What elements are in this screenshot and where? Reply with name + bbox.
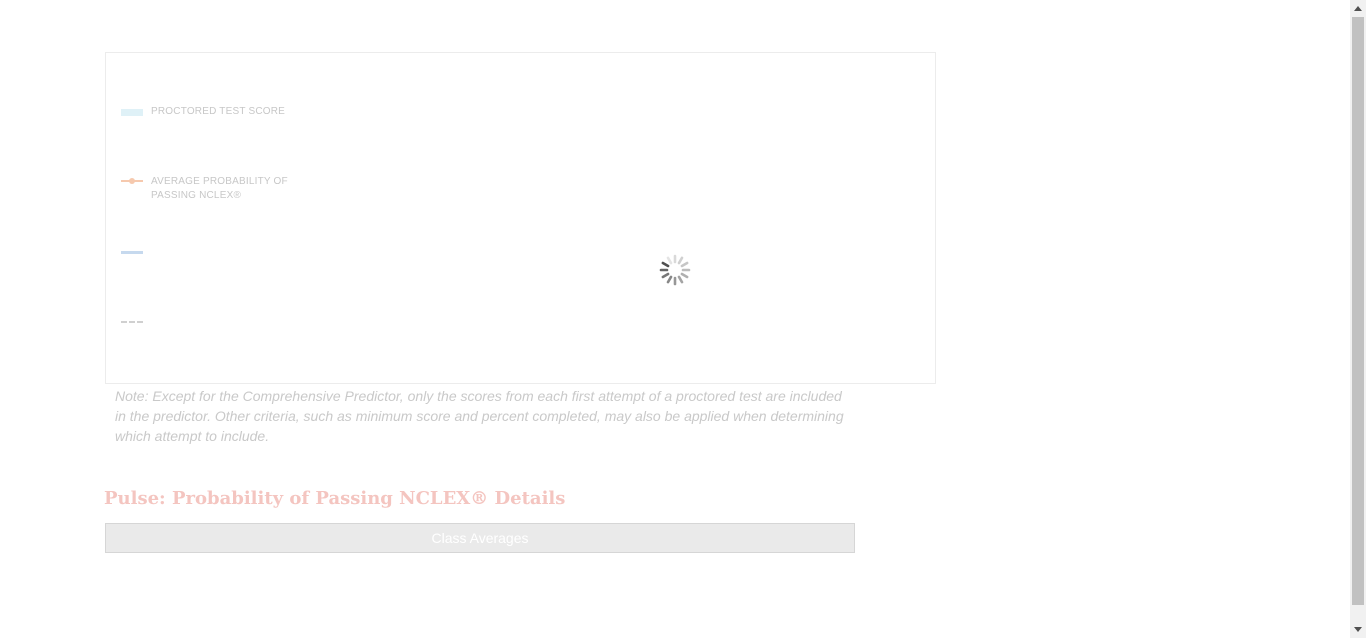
spinner-icon	[658, 253, 692, 287]
legend-swatch-line	[121, 251, 143, 254]
legend-label: PROCTORED TEST SCORE	[151, 106, 286, 117]
predictor-note: Note: Except for the Comprehensive Predi…	[115, 388, 844, 444]
scrollbar-thumb[interactable]	[1352, 17, 1364, 605]
page: PROCTORED TEST SCORE AVERAGE PROBABILITY…	[0, 0, 1366, 638]
section-title: Pulse: Probability of Passing NCLEX® Det…	[104, 488, 566, 509]
legend-item-proctored-test-score: PROCTORED TEST SCORE	[121, 105, 301, 119]
legend-swatch-bar	[121, 109, 143, 116]
legend-item-dashed-line	[121, 320, 301, 323]
scroll-down-arrow-icon	[1354, 627, 1362, 632]
scroll-down-button[interactable]	[1350, 621, 1366, 638]
chart-panel: PROCTORED TEST SCORE AVERAGE PROBABILITY…	[105, 52, 936, 384]
legend-item-blue-line	[121, 250, 301, 254]
class-averages-button[interactable]: Class Averages	[105, 523, 855, 553]
legend-swatch-dashed	[121, 321, 143, 323]
scroll-up-arrow-icon	[1354, 6, 1362, 11]
legend-item-average-probability: AVERAGE PROBABILITY OF PASSING NCLEX®	[121, 175, 301, 203]
vertical-scrollbar[interactable]	[1350, 0, 1366, 638]
legend-label: AVERAGE PROBABILITY OF PASSING NCLEX®	[151, 176, 288, 201]
scroll-up-button[interactable]	[1350, 0, 1366, 17]
legend-swatch-line-marker	[121, 175, 143, 189]
